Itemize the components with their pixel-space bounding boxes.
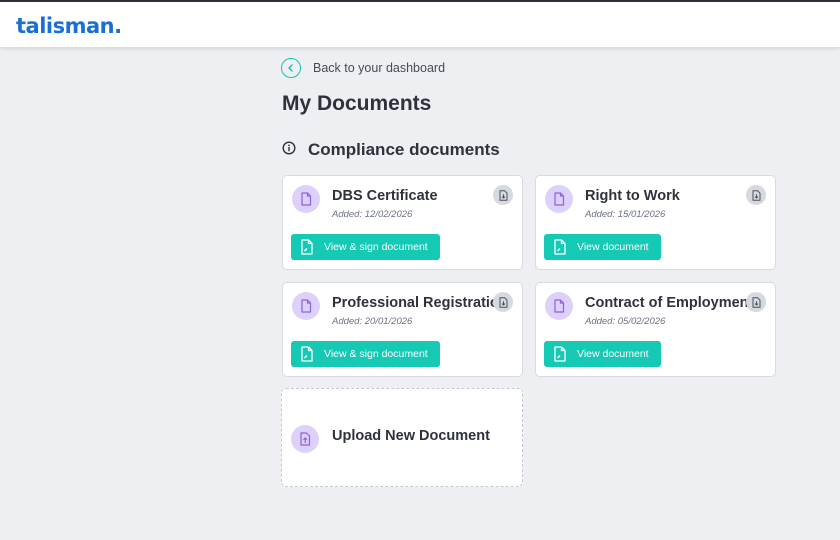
view-document-icon xyxy=(554,239,566,255)
talisman-logo[interactable]: talisman. xyxy=(16,14,122,38)
back-to-dashboard-link[interactable]: Back to your dashboard xyxy=(281,58,445,78)
chevron-left-icon xyxy=(281,58,301,78)
document-card-contract-of-employment: Contract of Employment Added: 05/02/2026… xyxy=(535,282,776,377)
action-button-label: View document xyxy=(577,241,649,253)
sign-document-icon xyxy=(301,239,313,255)
document-icon xyxy=(545,185,573,213)
action-button-label: View document xyxy=(577,348,649,360)
view-document-icon xyxy=(554,346,566,362)
compliance-section-header: Compliance documents xyxy=(282,139,500,161)
top-bar: talisman. xyxy=(0,0,840,47)
page-title: My Documents xyxy=(282,92,432,115)
document-icon xyxy=(292,292,320,320)
document-name: Professional Registration xyxy=(332,295,508,311)
document-added-date: Added: 12/02/2026 xyxy=(332,209,413,220)
document-added-date: Added: 15/01/2026 xyxy=(585,209,666,220)
document-download-icon[interactable] xyxy=(493,185,513,205)
document-card-professional-registration: Professional Registration Added: 20/01/2… xyxy=(282,282,523,377)
document-name: Right to Work xyxy=(585,188,680,204)
document-download-icon[interactable] xyxy=(746,292,766,312)
document-name: Contract of Employment xyxy=(585,295,754,311)
document-name: DBS Certificate xyxy=(332,188,438,204)
document-icon xyxy=(292,185,320,213)
document-card-right-to-work: Right to Work Added: 15/01/2026 View doc… xyxy=(535,175,776,270)
document-download-icon[interactable] xyxy=(746,185,766,205)
document-icon xyxy=(545,292,573,320)
document-upload-icon xyxy=(291,425,319,453)
view-sign-document-button[interactable]: View & sign document xyxy=(291,234,440,260)
upload-label: Upload New Document xyxy=(332,428,490,444)
view-document-button[interactable]: View document xyxy=(544,341,661,367)
action-button-label: View & sign document xyxy=(324,241,428,253)
action-button-label: View & sign document xyxy=(324,348,428,360)
document-added-date: Added: 05/02/2026 xyxy=(585,316,666,327)
section-title: Compliance documents xyxy=(308,140,500,159)
upload-new-document-card[interactable]: Upload New Document xyxy=(281,388,523,487)
document-card-dbs-certificate: DBS Certificate Added: 12/02/2026 View &… xyxy=(282,175,523,270)
document-added-date: Added: 20/01/2026 xyxy=(332,316,413,327)
view-document-button[interactable]: View document xyxy=(544,234,661,260)
view-sign-document-button[interactable]: View & sign document xyxy=(291,341,440,367)
sign-document-icon xyxy=(301,346,313,362)
document-download-icon[interactable] xyxy=(493,292,513,312)
back-link-label: Back to your dashboard xyxy=(313,61,446,75)
info-icon xyxy=(282,140,296,160)
